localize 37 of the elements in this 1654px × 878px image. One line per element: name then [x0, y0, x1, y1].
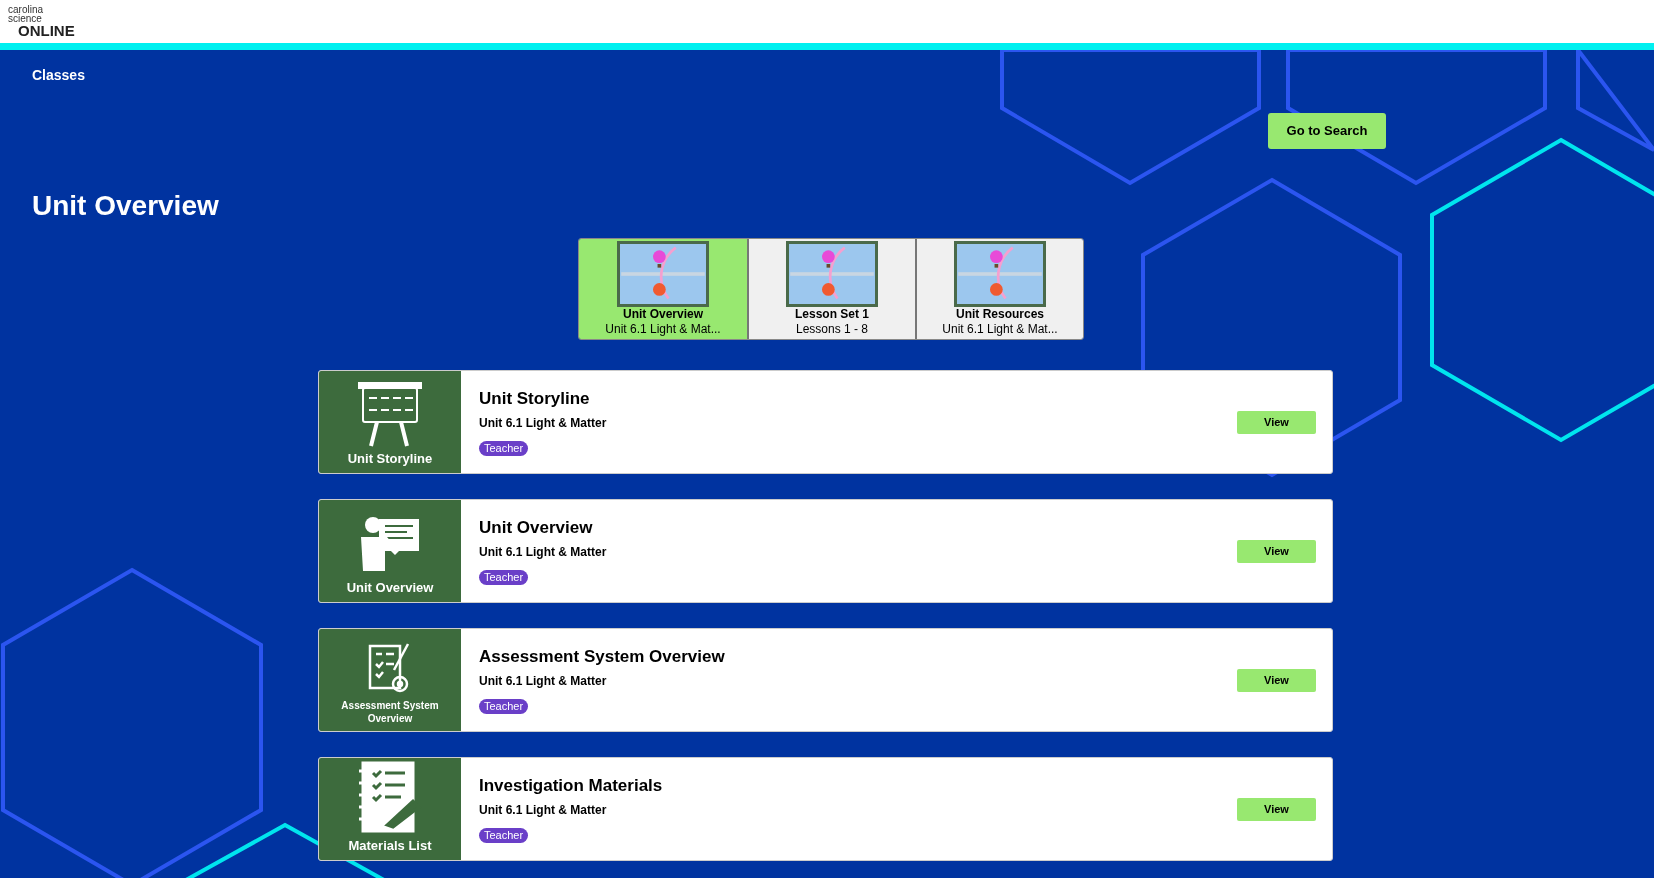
- teacher-tag: Teacher: [479, 441, 529, 456]
- tile-label: Unit Storyline: [347, 451, 433, 467]
- tile-label: Assessment System Overview: [340, 699, 440, 725]
- card-subtitle: Unit 6.1 Light & Matter: [479, 544, 608, 560]
- card-title: Assessment System Overview: [479, 647, 726, 667]
- tab-subtitle: Unit 6.1 Light & Mat...: [605, 322, 721, 337]
- card-subtitle: Unit 6.1 Light & Matter: [479, 673, 608, 689]
- unit-tab[interactable]: Lesson Set 1 Lessons 1 - 8: [747, 239, 915, 339]
- tab-subtitle: Unit 6.1 Light & Mat...: [942, 322, 1058, 337]
- view-button[interactable]: View: [1237, 410, 1316, 434]
- unit-tab[interactable]: Unit Resources Unit 6.1 Light & Mat...: [915, 239, 1083, 339]
- card-subtitle: Unit 6.1 Light & Matter: [479, 802, 608, 818]
- tile-label: Unit Overview: [346, 580, 434, 596]
- card-title: Unit Storyline: [479, 389, 591, 409]
- view-button[interactable]: View: [1237, 539, 1316, 563]
- easel-icon: [357, 382, 423, 448]
- view-button[interactable]: View: [1237, 797, 1316, 821]
- go-to-search-button[interactable]: Go to Search: [1268, 113, 1386, 149]
- logo-text: carolina: [8, 5, 45, 14]
- card-title: Unit Overview: [479, 518, 594, 538]
- logo[interactable]: carolina science ONLINE: [8, 5, 75, 38]
- tab-title: Unit Resources: [956, 307, 1044, 322]
- logo-text: ONLINE: [18, 23, 75, 38]
- page-title: Unit Overview: [32, 189, 220, 223]
- view-button[interactable]: View: [1237, 668, 1316, 692]
- tab-subtitle: Lessons 1 - 8: [795, 322, 868, 337]
- card-subtitle: Unit 6.1 Light & Matter: [479, 415, 608, 431]
- tab-title: Lesson Set 1: [795, 307, 869, 322]
- unit-tab[interactable]: Unit Overview Unit 6.1 Light & Mat...: [579, 239, 747, 339]
- logo-text: science: [8, 14, 42, 23]
- teacher-tag: Teacher: [479, 570, 529, 585]
- breadcrumb-link[interactable]: Classes: [32, 67, 85, 83]
- tile-label: Materials List: [348, 838, 432, 854]
- tab-title: Unit Overview: [623, 307, 703, 322]
- card-title: Investigation Materials: [479, 776, 664, 796]
- teacher-tag: Teacher: [479, 699, 529, 714]
- teacher-tag: Teacher: [479, 828, 529, 843]
